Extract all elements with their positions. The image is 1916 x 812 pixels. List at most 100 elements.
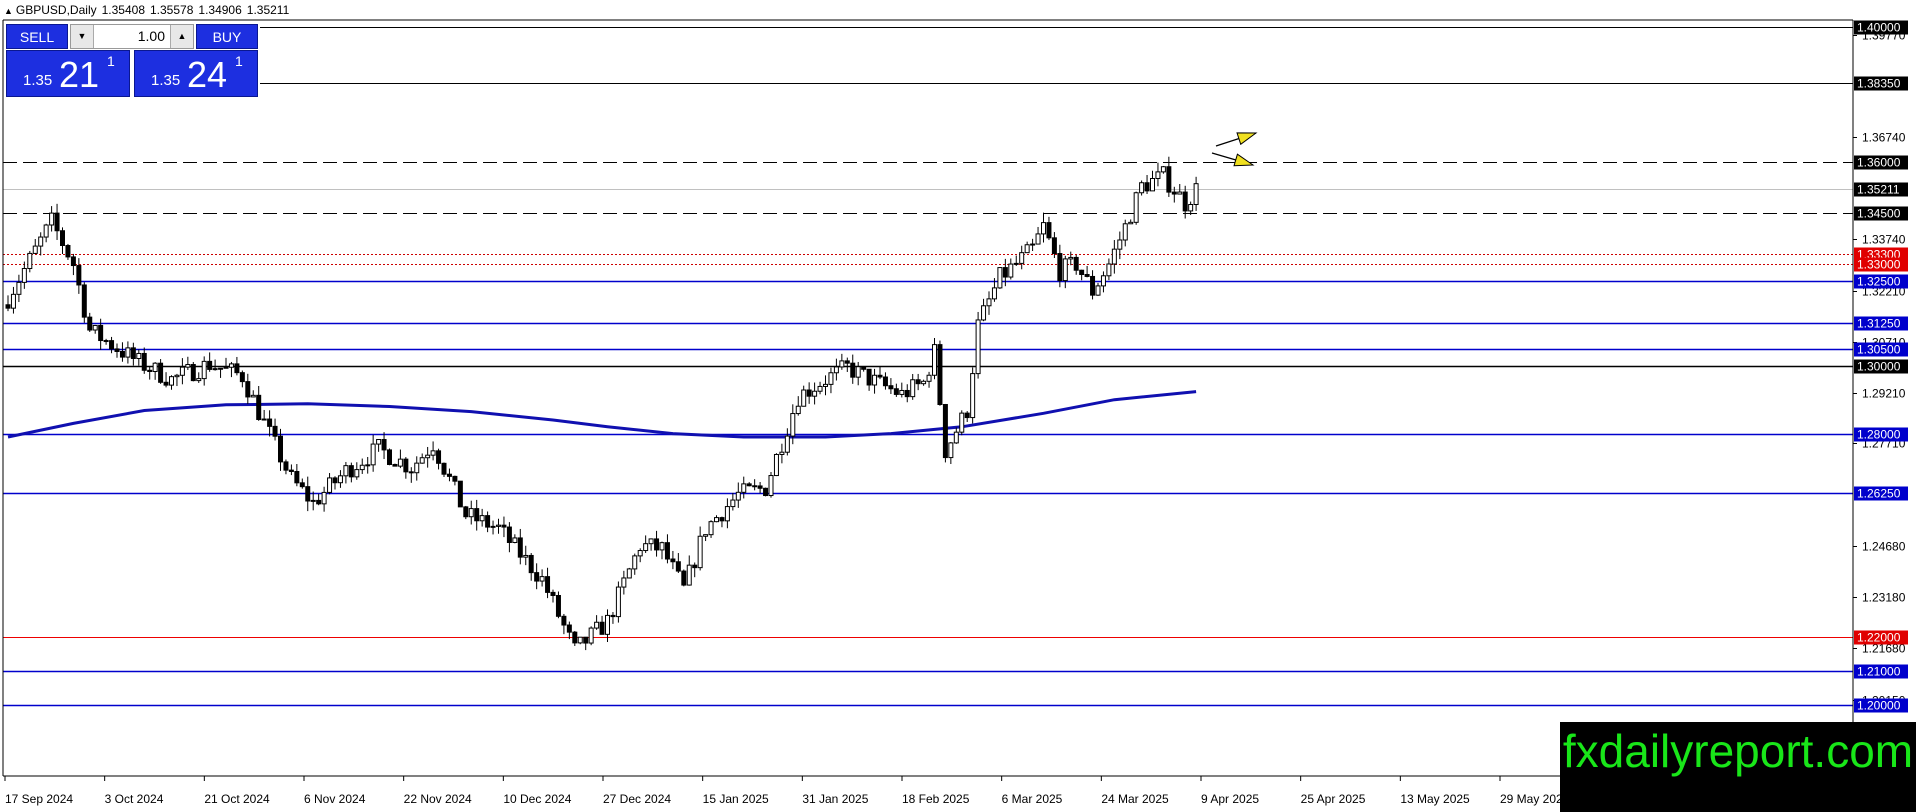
candle-body <box>468 508 474 518</box>
buy-button[interactable]: BUY <box>196 24 258 49</box>
candle-body <box>975 319 981 375</box>
candle-body <box>16 281 22 295</box>
candle-body <box>38 236 44 247</box>
time-tick-label: 6 Nov 2024 <box>304 792 366 806</box>
price-chart[interactable]: 1.397701.367401.337401.322101.307101.292… <box>0 0 1916 812</box>
candle-body <box>779 451 785 455</box>
candle-body <box>27 252 33 270</box>
candle-body <box>654 538 660 551</box>
decrease-lot-arrow-icon[interactable]: ▼ <box>71 25 94 48</box>
open-value: 1.35408 <box>101 3 145 17</box>
candle-body <box>376 439 382 445</box>
candle-body <box>959 412 965 433</box>
candle-body <box>1084 274 1090 277</box>
level-label-text: 1.34500 <box>1857 207 1901 221</box>
buy-price-pips: 24 <box>187 54 228 95</box>
candle-body <box>643 543 649 552</box>
candle-body <box>681 570 687 586</box>
candle-body <box>49 212 55 226</box>
price-tick-label: 1.36740 <box>1862 131 1906 145</box>
candle-body <box>436 450 442 464</box>
candle-body <box>119 350 125 358</box>
candle-body <box>763 487 769 497</box>
candle-body <box>109 340 115 350</box>
candle-body <box>817 385 823 392</box>
candle-body <box>1079 269 1085 276</box>
candle-body <box>65 244 71 258</box>
candle-body <box>1030 243 1036 246</box>
candle-body <box>932 344 937 376</box>
buy-price-prefix: 1.35 <box>151 72 181 89</box>
candle-body <box>1008 263 1014 278</box>
candle-body <box>1150 177 1155 192</box>
candle-body <box>861 366 867 370</box>
candle-body <box>599 621 605 635</box>
candle-body <box>218 367 224 370</box>
candle-body <box>850 362 856 378</box>
candle-body <box>267 418 273 427</box>
candle-body <box>833 366 839 374</box>
candle-body <box>991 287 997 300</box>
candle-body <box>795 405 801 415</box>
candle-body <box>70 256 76 267</box>
candle-body <box>615 586 621 618</box>
candle-body <box>621 577 627 588</box>
candle-body <box>964 412 970 419</box>
candle-body <box>768 475 774 497</box>
level-label-text: 1.40000 <box>1857 21 1901 35</box>
time-tick-label: 13 May 2025 <box>1400 792 1470 806</box>
sell-button[interactable]: SELL <box>6 24 68 49</box>
time-tick-label: 10 Dec 2024 <box>503 792 571 806</box>
time-tick-label: 27 Dec 2024 <box>603 792 671 806</box>
candle-body <box>637 550 643 557</box>
candle-body <box>1117 239 1123 250</box>
lot-size-stepper[interactable]: ▼ 1.00 ▲ <box>70 24 194 49</box>
candle-body <box>5 304 11 309</box>
candle-body <box>899 389 905 395</box>
candle-body <box>970 373 976 419</box>
level-label-text: 1.30500 <box>1857 343 1901 357</box>
candle-body <box>561 615 567 626</box>
candle-body <box>337 475 343 484</box>
candle-body <box>359 464 365 471</box>
candle-body <box>1188 204 1194 212</box>
candle-body <box>735 491 741 501</box>
candle-body <box>196 378 202 382</box>
buy-price-quote[interactable]: 1.35 24 1 <box>134 50 258 97</box>
candle-body <box>381 439 387 451</box>
candle-body <box>1177 191 1183 195</box>
candle-body <box>948 442 954 459</box>
candle-body <box>1100 275 1106 287</box>
candle-body <box>1068 256 1074 260</box>
time-tick-label: 9 Apr 2025 <box>1201 792 1259 806</box>
candle-body <box>310 499 316 502</box>
level-label-text: 1.28000 <box>1857 428 1901 442</box>
sell-price-quote[interactable]: 1.35 21 1 <box>6 50 130 97</box>
candle-body <box>10 293 16 309</box>
candle-body <box>550 591 556 597</box>
candle-body <box>408 471 414 474</box>
level-label-text: 1.22000 <box>1857 631 1901 645</box>
candle-body <box>697 535 703 569</box>
collapse-triangle-icon[interactable]: ▲ <box>4 6 13 16</box>
level-label-text: 1.36000 <box>1857 156 1901 170</box>
candle-body <box>294 470 300 484</box>
candle-body <box>605 614 610 635</box>
sell-price-fraction: 1 <box>107 53 115 69</box>
candle-body <box>76 265 82 286</box>
candle-body <box>577 636 583 644</box>
candle-body <box>1166 166 1172 193</box>
time-tick-label: 3 Oct 2024 <box>105 792 164 806</box>
increase-lot-arrow-icon[interactable]: ▲ <box>170 25 193 48</box>
lot-size-value[interactable]: 1.00 <box>95 25 169 48</box>
candle-body <box>479 515 485 522</box>
watermark-logo: fxdailyreport.com <box>1560 722 1916 812</box>
candle-body <box>419 457 425 464</box>
price-tick-label: 1.33740 <box>1862 233 1906 247</box>
candle-body <box>1106 263 1112 277</box>
candle-body <box>915 379 921 385</box>
candle-body <box>583 636 589 644</box>
candle-body <box>125 347 131 358</box>
candle-body <box>43 224 49 238</box>
candle-body <box>692 564 698 569</box>
